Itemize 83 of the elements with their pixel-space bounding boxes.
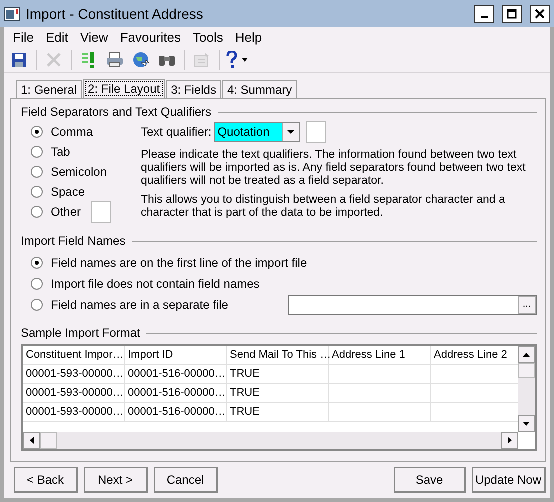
menu-item[interactable]: Edit [40, 30, 76, 44]
up-arrow-icon [523, 352, 530, 356]
column-header[interactable]: Address Line 1 [329, 346, 431, 365]
close-icon [535, 8, 545, 18]
scroll-down-button[interactable] [518, 415, 535, 432]
help-icon [226, 51, 238, 68]
cross-icon [46, 52, 62, 68]
input-field[interactable] [91, 201, 112, 223]
document-icon [193, 52, 211, 68]
option-label: Semicolon [51, 165, 108, 179]
table-cell: TRUE [227, 384, 329, 403]
option-label: Import file does not contain field names [51, 277, 260, 291]
left-arrow-icon [30, 437, 34, 444]
tab[interactable]: 2: File Layout [83, 79, 166, 98]
option-label: Field names are on the first line of the import file [51, 256, 308, 270]
table-cell: 00001-516-00000… [125, 384, 227, 403]
window-icon [4, 6, 20, 20]
toolbar-button[interactable] [226, 48, 248, 70]
radio-button[interactable] [31, 166, 43, 178]
option-label: Other [51, 205, 82, 219]
radio-button[interactable] [31, 186, 43, 198]
right-arrow-icon [508, 437, 512, 444]
scroll-up-button[interactable] [518, 346, 535, 363]
radio-button[interactable] [31, 146, 43, 158]
table-cell: 00001-593-00000… [23, 365, 125, 384]
scroll-thumb[interactable] [40, 432, 57, 449]
column-header[interactable]: Import ID [125, 346, 227, 365]
scroll-left-button[interactable] [23, 432, 40, 449]
action-button[interactable]: Save [394, 467, 466, 493]
wizard-button[interactable]: < Back [14, 467, 78, 493]
column-header[interactable]: Send Mail To This … [227, 346, 329, 365]
minimize-icon [480, 16, 488, 18]
option-label: Space [51, 185, 86, 199]
exclamation-icon [81, 50, 97, 68]
printer-icon [106, 52, 124, 68]
close-button[interactable] [530, 4, 550, 22]
tab[interactable]: 3: Fields [166, 80, 222, 98]
maximize-icon [507, 8, 517, 18]
menu-item[interactable]: Help [230, 30, 270, 44]
table-cell: TRUE [227, 365, 329, 384]
table-cell: TRUE [227, 403, 329, 422]
table-cell: 00001-516-00000… [125, 403, 227, 422]
menu-item[interactable]: Favourites [115, 30, 188, 44]
table-cell: 00001-516-00000… [125, 365, 227, 384]
section-title: Sample Import Format [21, 326, 140, 340]
tab[interactable]: 4: Summary [222, 80, 298, 98]
option-label: Tab [51, 145, 70, 159]
help-text: This allows you to distinguish between a field separator character and a character that is part of the data to be imported. [141, 194, 506, 220]
caret-icon [242, 58, 248, 62]
field-label: Text qualifier: [141, 125, 212, 139]
qualifier-dropdown[interactable]: Quotation [214, 122, 300, 142]
menu-item[interactable]: File [8, 30, 41, 44]
table-cell: 00001-593-00000… [23, 384, 125, 403]
minimize-button[interactable] [474, 4, 494, 22]
radio-button[interactable] [31, 278, 43, 290]
scroll-thumb[interactable] [518, 363, 535, 378]
radio-button[interactable] [31, 257, 43, 269]
save-icon [11, 52, 27, 68]
action-button[interactable]: Update Now [472, 467, 546, 493]
wizard-button[interactable]: Cancel [154, 467, 218, 493]
window-title: Import - Constituent Address [26, 6, 204, 22]
down-arrow-icon [523, 422, 530, 426]
globe-icon [132, 50, 150, 68]
file-field[interactable]: ... [288, 295, 537, 315]
section-title: Import Field Names [21, 234, 126, 248]
menu-item[interactable]: Tools [188, 30, 230, 44]
scroll-right-button[interactable] [501, 432, 518, 449]
input-field[interactable] [306, 121, 326, 143]
option-label: Comma [51, 125, 94, 139]
tab[interactable]: 1: General [16, 80, 82, 98]
radio-button[interactable] [31, 126, 43, 138]
maximize-button[interactable] [502, 4, 522, 22]
browse-button[interactable]: ... [518, 296, 536, 314]
radio-button[interactable] [31, 299, 43, 311]
section-title: Field Separators and Text Qualifiers [21, 105, 212, 119]
column-header[interactable]: Constituent Impor… [23, 346, 125, 365]
table-cell: 00001-593-00000… [23, 403, 125, 422]
radio-button[interactable] [31, 206, 43, 218]
caret-icon [286, 130, 295, 134]
menu-item[interactable]: View [75, 30, 116, 44]
help-text: Please indicate the text qualifiers. The information found between two text qualifiers will be imported as is. Any field separators found between two text qualifiers will not be treated as a field separator. [141, 149, 527, 188]
option-label: Field names are in a separate file [51, 298, 228, 312]
wizard-button[interactable]: Next > [84, 467, 148, 493]
